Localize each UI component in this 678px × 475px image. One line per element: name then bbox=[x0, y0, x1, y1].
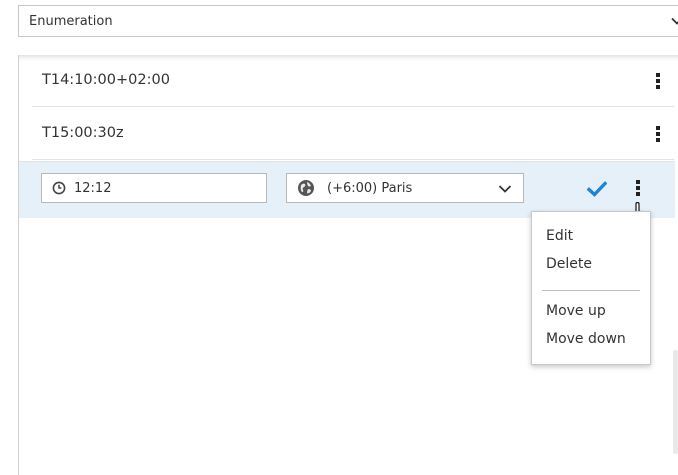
kebab-menu-icon[interactable] bbox=[656, 73, 660, 91]
checkmark-icon[interactable] bbox=[587, 181, 607, 197]
enumeration-select[interactable]: Enumeration bbox=[18, 5, 678, 37]
list-item-text: T14:10:00+02:00 bbox=[42, 72, 170, 88]
globe-icon bbox=[298, 180, 314, 196]
menu-item-move-down[interactable]: Move down bbox=[546, 331, 626, 347]
chevron-down-icon bbox=[498, 185, 512, 193]
kebab-menu-icon[interactable] bbox=[636, 180, 640, 198]
list-item-text: T15:00:30z bbox=[42, 125, 124, 141]
time-value: 12:12 bbox=[74, 180, 112, 196]
clock-icon bbox=[52, 181, 66, 195]
row-context-menu: Edit Delete Move up Move down bbox=[531, 211, 651, 365]
timezone-select[interactable]: (+6:00) Paris bbox=[286, 173, 524, 203]
menu-item-move-up[interactable]: Move up bbox=[546, 303, 606, 319]
list-item-editing: 12:12 (+6:00) Paris bbox=[19, 161, 675, 218]
enumeration-label: Enumeration bbox=[29, 13, 113, 29]
kebab-menu-icon[interactable] bbox=[656, 126, 660, 144]
list-item[interactable]: T14:10:00+02:00 bbox=[32, 55, 674, 107]
menu-item-delete[interactable]: Delete bbox=[546, 256, 592, 272]
chevron-down-icon bbox=[671, 17, 678, 25]
timezone-value: (+6:00) Paris bbox=[327, 180, 413, 196]
list-item[interactable]: T15:00:30z bbox=[32, 108, 674, 160]
time-input[interactable]: 12:12 bbox=[41, 173, 267, 203]
menu-divider bbox=[542, 290, 640, 291]
menu-item-edit[interactable]: Edit bbox=[546, 228, 573, 244]
scrollbar[interactable] bbox=[673, 350, 678, 454]
